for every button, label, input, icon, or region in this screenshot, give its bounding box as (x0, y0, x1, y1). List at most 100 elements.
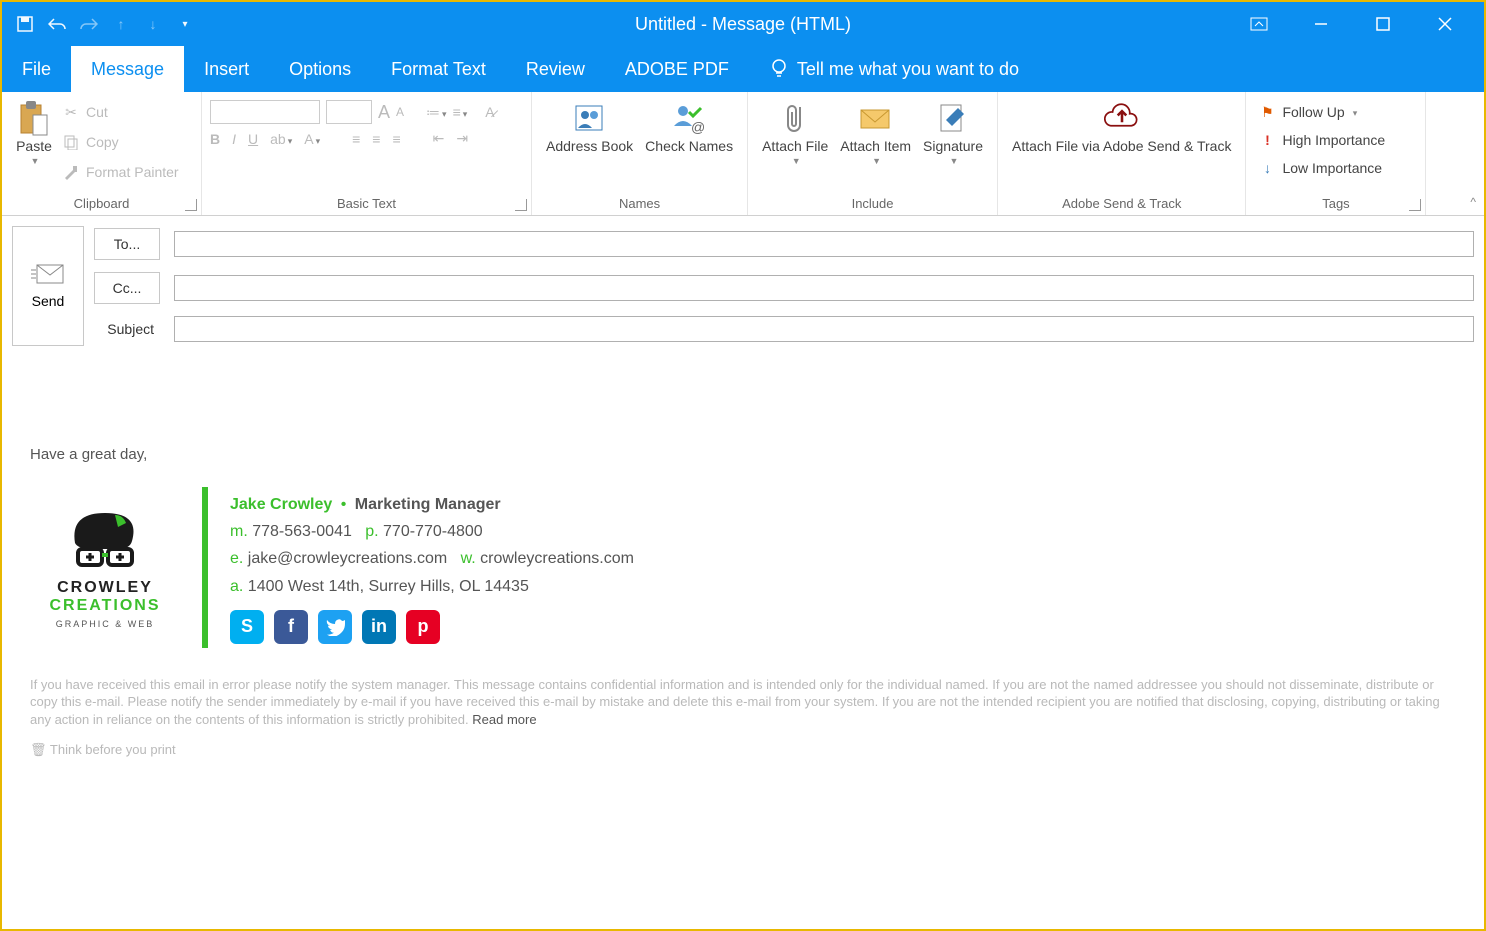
lightbulb-icon (769, 57, 789, 81)
send-label: Send (32, 293, 65, 309)
pinterest-icon[interactable]: p (406, 610, 440, 644)
address-book-label: Address Book (546, 138, 633, 154)
message-body[interactable]: Have a great day, CROWLEY CREATIONS GRAP… (2, 356, 1484, 778)
attach-item-icon (858, 100, 894, 136)
group-clipboard: Paste ▼ ✂Cut Copy Format Painter Clipboa… (2, 92, 202, 215)
send-button[interactable]: Send (12, 226, 84, 346)
disclaimer: If you have received this email in error… (30, 676, 1456, 729)
qat-customize-icon[interactable]: ▾ (176, 15, 194, 33)
tab-format-text[interactable]: Format Text (371, 46, 506, 92)
cc-input[interactable] (174, 275, 1474, 301)
tab-bar: File Message Insert Options Format Text … (2, 46, 1484, 92)
minimize-button[interactable] (1310, 13, 1332, 35)
print-note: 🗑 Think before you print (30, 742, 1456, 758)
next-icon[interactable]: ↓ (144, 15, 162, 33)
font-color-icon[interactable]: A▾ (304, 131, 320, 147)
numbering-icon[interactable]: ≡▾ (453, 104, 468, 120)
group-basic-text-label: Basic Text (210, 194, 523, 213)
tab-insert[interactable]: Insert (184, 46, 269, 92)
save-icon[interactable] (16, 15, 34, 33)
redo-icon[interactable] (80, 15, 98, 33)
check-names-label: Check Names (645, 138, 733, 154)
signature-button[interactable]: Signature▼ (917, 96, 989, 170)
group-names: Address Book @ Check Names Names (532, 92, 748, 215)
bullets-icon[interactable]: ≔▾ (426, 104, 447, 121)
tell-me-text: Tell me what you want to do (797, 59, 1019, 80)
twitter-icon[interactable] (318, 610, 352, 644)
sig-p-val: 770-770-4800 (383, 523, 483, 540)
read-more-link[interactable]: Read more (472, 712, 536, 727)
attach-item-button[interactable]: Attach Item▼ (834, 96, 917, 170)
address-book-icon (572, 100, 608, 136)
subject-input[interactable] (174, 316, 1474, 342)
shrink-font-icon[interactable]: A (396, 105, 404, 119)
logo-line3: GRAPHIC & WEB (56, 619, 155, 629)
underline-icon[interactable]: U (248, 131, 258, 147)
company-logo: CROWLEY CREATIONS GRAPHIC & WEB (30, 487, 180, 648)
skype-icon[interactable]: S (230, 610, 264, 644)
sig-title: Marketing Manager (355, 496, 501, 513)
brush-icon (62, 163, 80, 181)
bold-icon[interactable]: B (210, 131, 220, 147)
collapse-ribbon-icon[interactable]: ^ (1470, 195, 1476, 209)
font-size-combo[interactable] (326, 100, 372, 124)
tab-review[interactable]: Review (506, 46, 605, 92)
facebook-icon[interactable]: f (274, 610, 308, 644)
align-left-icon[interactable]: ≡ (352, 131, 360, 147)
align-center-icon[interactable]: ≡ (372, 131, 380, 147)
group-adobe-label: Adobe Send & Track (1006, 194, 1237, 213)
tab-file[interactable]: File (2, 46, 71, 92)
increase-indent-icon[interactable]: ⇥ (456, 130, 468, 147)
adobe-attach-button[interactable]: Attach File via Adobe Send & Track (1006, 96, 1237, 158)
close-button[interactable] (1434, 13, 1456, 35)
chevron-down-icon: ▼ (31, 156, 40, 166)
high-importance-button[interactable]: !High Importance (1254, 126, 1389, 154)
group-tags: ⚑Follow Up▾ !High Importance ↓Low Import… (1246, 92, 1426, 215)
align-right-icon[interactable]: ≡ (392, 131, 400, 147)
logo-line1: CROWLEY (57, 579, 153, 597)
attach-item-label: Attach Item (840, 138, 911, 154)
check-names-button[interactable]: @ Check Names (639, 96, 739, 158)
linkedin-icon[interactable]: in (362, 610, 396, 644)
greeting-text: Have a great day, (30, 446, 1456, 463)
follow-up-button[interactable]: ⚑Follow Up▾ (1254, 98, 1361, 126)
basic-text-dialog-launcher[interactable] (515, 199, 527, 211)
font-name-combo[interactable] (210, 100, 320, 124)
low-importance-button[interactable]: ↓Low Importance (1254, 154, 1386, 182)
previous-icon[interactable]: ↑ (112, 15, 130, 33)
format-painter-button[interactable]: Format Painter (58, 158, 183, 186)
signature-block: CROWLEY CREATIONS GRAPHIC & WEB Jake Cro… (30, 487, 1456, 648)
group-include-label: Include (756, 194, 989, 213)
social-row: S f in p (230, 610, 634, 644)
ribbon-options-icon[interactable] (1248, 13, 1270, 35)
clipboard-dialog-launcher[interactable] (185, 199, 197, 211)
highlight-icon[interactable]: ab▾ (270, 131, 292, 147)
cc-button[interactable]: Cc... (94, 272, 160, 304)
sig-e-lbl: e. (230, 550, 243, 567)
copy-button[interactable]: Copy (58, 128, 183, 156)
paste-button[interactable]: Paste ▼ (10, 96, 58, 170)
flag-icon: ⚑ (1258, 103, 1276, 121)
address-book-button[interactable]: Address Book (540, 96, 639, 158)
tab-options[interactable]: Options (269, 46, 371, 92)
clear-formatting-icon[interactable]: A̷ (485, 104, 494, 120)
attach-file-button[interactable]: Attach File▼ (756, 96, 834, 170)
to-button[interactable]: To... (94, 228, 160, 260)
sig-w-val: crowleycreations.com (480, 550, 634, 567)
tab-adobe-pdf[interactable]: ADOBE PDF (605, 46, 749, 92)
tab-message[interactable]: Message (71, 46, 184, 92)
grow-font-icon[interactable]: A (378, 102, 390, 123)
tell-me[interactable]: Tell me what you want to do (749, 46, 1019, 92)
italic-icon[interactable]: I (232, 131, 236, 147)
sig-a-lbl: a. (230, 578, 243, 595)
undo-icon[interactable] (48, 15, 66, 33)
decrease-indent-icon[interactable]: ⇤ (433, 130, 445, 147)
sig-sep: • (341, 496, 347, 513)
maximize-button[interactable] (1372, 13, 1394, 35)
cut-button[interactable]: ✂Cut (58, 98, 183, 126)
group-tags-label: Tags (1254, 194, 1417, 213)
group-adobe: Attach File via Adobe Send & Track Adobe… (998, 92, 1246, 215)
sig-e-val: jake@crowleycreations.com (248, 550, 447, 567)
tags-dialog-launcher[interactable] (1409, 199, 1421, 211)
to-input[interactable] (174, 231, 1474, 257)
